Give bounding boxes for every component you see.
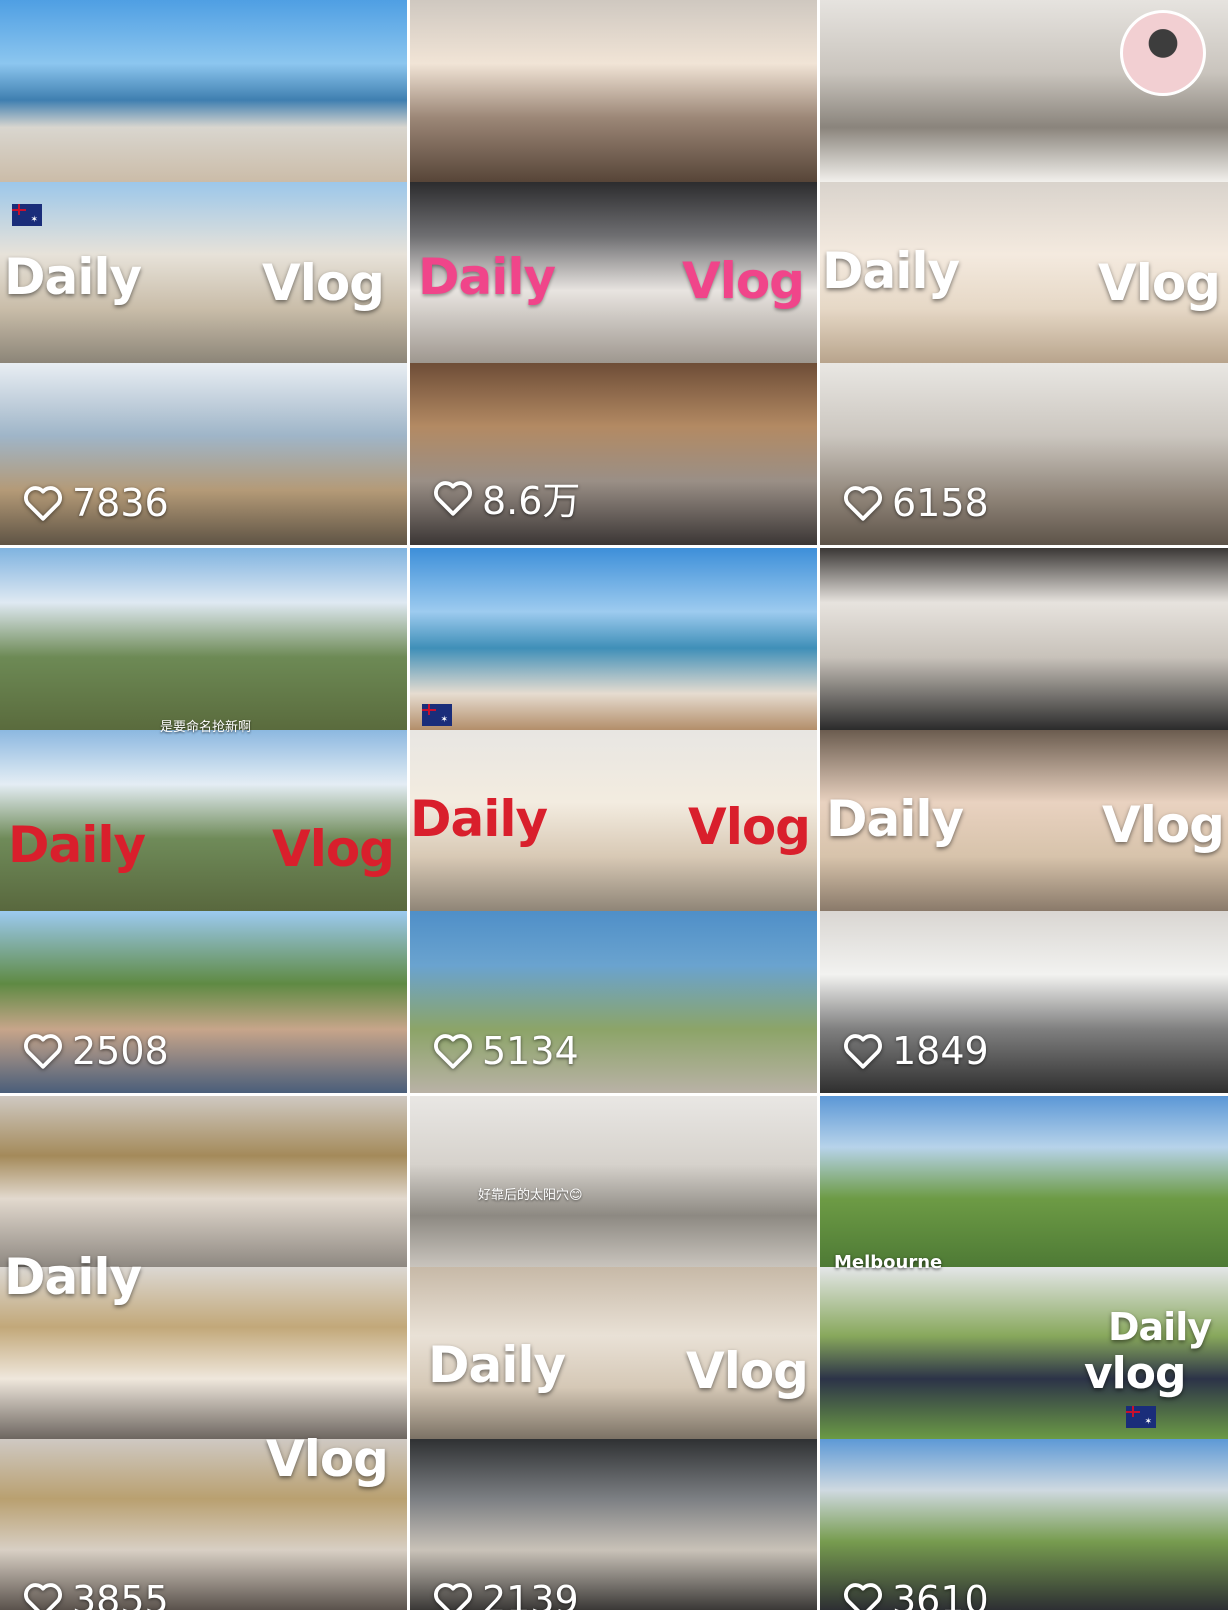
like-count: 2508 bbox=[22, 1029, 169, 1073]
overlay-title-daily: Daily bbox=[822, 242, 960, 300]
like-count: 3855 bbox=[22, 1578, 169, 1610]
video-card[interactable]: Daily Vlog 3855 bbox=[0, 1096, 407, 1610]
like-count-value: 3610 bbox=[892, 1578, 989, 1610]
thumbnail-frame bbox=[820, 548, 1228, 730]
australia-flag-icon bbox=[12, 204, 42, 226]
avatar bbox=[1120, 10, 1206, 96]
like-count: 8.6万 bbox=[432, 470, 580, 525]
like-count: 6158 bbox=[842, 481, 989, 525]
location-label: Melbourne bbox=[834, 1252, 943, 1273]
heart-icon bbox=[844, 486, 882, 521]
video-card[interactable]: Daily Vlog 1849 bbox=[820, 548, 1228, 1093]
overlay-title-daily: Daily bbox=[4, 248, 142, 306]
like-count: 3610 bbox=[842, 1578, 989, 1610]
like-count-value: 2139 bbox=[482, 1578, 579, 1610]
overlay-title-vlog: Vlog bbox=[262, 254, 385, 312]
like-count-value: 6158 bbox=[892, 481, 989, 525]
like-count-value: 5134 bbox=[482, 1029, 579, 1073]
thumbnail-frame bbox=[820, 1096, 1228, 1268]
like-count: 5134 bbox=[432, 1029, 579, 1073]
overlay-title-vlog: Vlog bbox=[266, 1430, 389, 1488]
video-card[interactable]: Melbourne Daily vlog 3610 bbox=[820, 1096, 1228, 1610]
video-card[interactable]: Daily Vlog 7836 bbox=[0, 0, 407, 545]
heart-icon bbox=[24, 1034, 62, 1069]
australia-flag-icon bbox=[1126, 1406, 1156, 1428]
australia-flag-icon bbox=[422, 704, 452, 726]
overlay-title-daily: Daily bbox=[428, 1336, 566, 1394]
overlay-title-vlog: Vlog bbox=[686, 1342, 809, 1400]
thumbnail-frame bbox=[0, 1096, 407, 1268]
heart-icon bbox=[844, 1583, 882, 1610]
like-count-value: 8.6万 bbox=[482, 479, 581, 523]
thumbnail-frame bbox=[0, 0, 407, 182]
video-card[interactable]: Daily Vlog 6158 bbox=[820, 0, 1228, 545]
heart-icon bbox=[434, 1034, 472, 1069]
heart-icon bbox=[24, 486, 62, 521]
like-count: 7836 bbox=[22, 481, 169, 525]
overlay-title-daily: Daily bbox=[8, 816, 146, 874]
like-count: 2139 bbox=[432, 1578, 579, 1610]
overlay-title-daily: Daily bbox=[4, 1248, 142, 1306]
heart-icon bbox=[434, 480, 472, 516]
video-caption: 是要命名抢新啊 bbox=[160, 720, 252, 735]
overlay-title-vlog: Vlog bbox=[1102, 796, 1225, 854]
overlay-title-vlog: Vlog bbox=[1098, 254, 1221, 312]
heart-icon bbox=[844, 1034, 882, 1069]
like-count-value: 7836 bbox=[72, 481, 169, 525]
overlay-title-vlog: Vlog bbox=[682, 252, 805, 310]
overlay-title-daily: Daily bbox=[1108, 1305, 1212, 1349]
like-count-value: 2508 bbox=[72, 1029, 169, 1073]
video-card[interactable]: 是要命名抢新啊 Daily Vlog 2508 bbox=[0, 548, 407, 1093]
thumbnail-frame bbox=[410, 1096, 817, 1268]
thumbnail-frame bbox=[0, 548, 407, 730]
overlay-title-daily: Daily bbox=[826, 790, 964, 848]
overlay-title-daily: Daily bbox=[410, 790, 548, 848]
like-count: 1849 bbox=[842, 1029, 989, 1073]
thumbnail-frame bbox=[410, 0, 817, 182]
video-grid: Daily Vlog 7836 Daily Vlog 8.6万 Daily Vl… bbox=[0, 0, 1228, 1610]
heart-icon bbox=[434, 1583, 472, 1610]
overlay-title-vlog: vlog bbox=[1084, 1348, 1186, 1399]
video-card[interactable]: Daily Vlog 8.6万 bbox=[410, 0, 817, 545]
video-caption: 好靠后的太阳穴😊 bbox=[478, 1188, 583, 1203]
video-card[interactable]: 好靠后的太阳穴😊 Daily Vlog 2139 bbox=[410, 1096, 817, 1610]
overlay-title-vlog: Vlog bbox=[272, 820, 395, 878]
like-count-value: 1849 bbox=[892, 1029, 989, 1073]
overlay-title-vlog: Vlog bbox=[688, 798, 811, 856]
overlay-title-daily: Daily bbox=[418, 248, 556, 306]
like-count-value: 3855 bbox=[72, 1578, 169, 1610]
heart-icon bbox=[24, 1583, 62, 1610]
thumbnail-frame bbox=[410, 548, 817, 730]
video-card[interactable]: Daily Vlog 5134 bbox=[410, 548, 817, 1093]
